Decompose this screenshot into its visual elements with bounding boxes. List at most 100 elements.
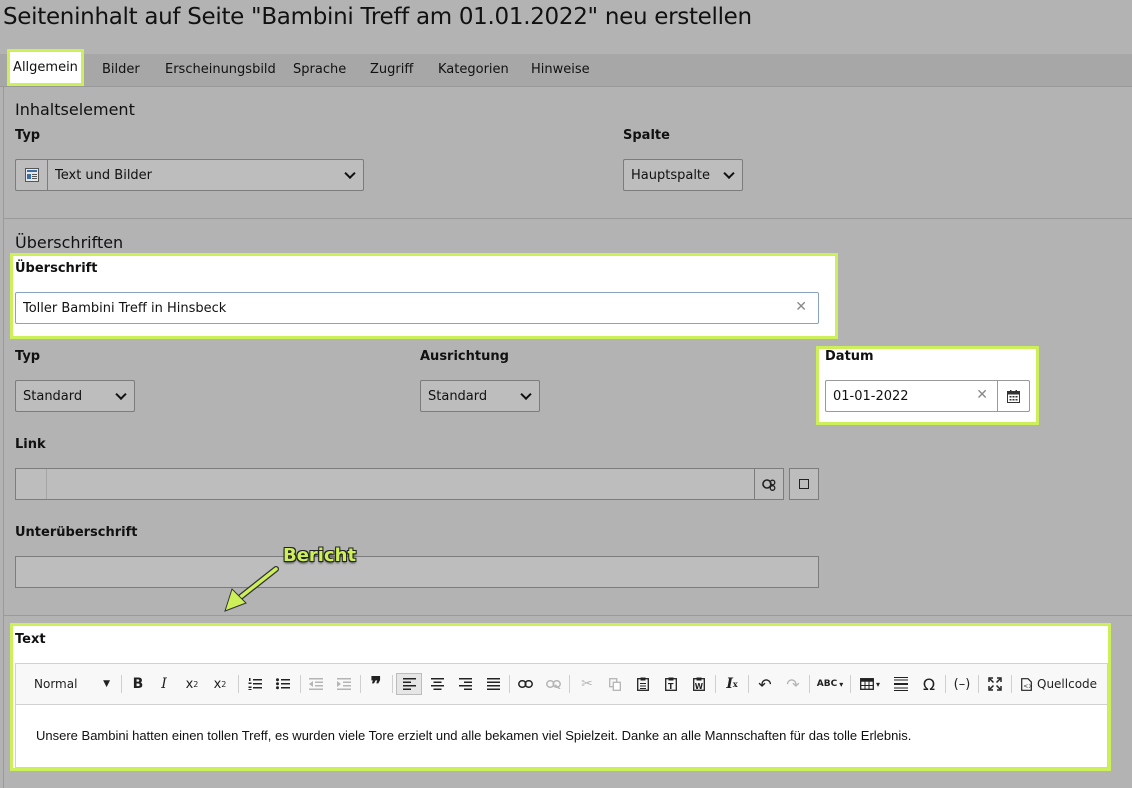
svg-text:W: W xyxy=(695,682,704,691)
column-value: Hauptspalte xyxy=(631,167,711,183)
outdent-icon[interactable] xyxy=(304,673,328,695)
maximize-icon[interactable] xyxy=(983,673,1007,695)
chevron-down-icon xyxy=(115,388,127,401)
separator xyxy=(945,675,946,693)
section-title-headings: Überschriften xyxy=(15,233,124,252)
separator xyxy=(509,675,510,693)
separator xyxy=(978,675,979,693)
clear-icon[interactable]: ✕ xyxy=(976,387,988,403)
clear-icon[interactable]: ✕ xyxy=(795,299,807,315)
tab-erscheinungsbild[interactable]: Erscheinungsbild xyxy=(165,62,276,77)
content-type-icon xyxy=(16,160,48,190)
superscript-icon[interactable]: x2 xyxy=(208,673,232,695)
separator xyxy=(360,675,361,693)
table-icon[interactable]: ▾ xyxy=(855,673,885,695)
remove-format-icon[interactable]: Ix xyxy=(720,673,744,695)
annotation-arrow-icon xyxy=(224,566,279,612)
panel-border xyxy=(3,86,4,788)
tab-kategorien[interactable]: Kategorien xyxy=(438,62,509,77)
redo-icon[interactable]: ↷ xyxy=(781,673,805,695)
align-select[interactable]: Standard xyxy=(420,380,540,412)
annotation-label: Bericht xyxy=(283,545,357,566)
chevron-down-icon xyxy=(344,167,356,180)
link-wizard-button[interactable] xyxy=(754,468,784,500)
paste-text-icon[interactable]: T xyxy=(659,673,683,695)
align-right-icon[interactable] xyxy=(453,673,477,695)
date-input[interactable]: 01-01-2022 ✕ xyxy=(825,380,1030,412)
link-extra-button[interactable] xyxy=(789,468,819,500)
bold-icon[interactable]: B xyxy=(127,673,149,695)
header-label: Überschrift xyxy=(15,261,98,276)
chevron-down-icon xyxy=(723,167,735,180)
subheader-input[interactable] xyxy=(15,556,819,588)
header-type-value: Standard xyxy=(23,388,83,404)
format-value: Normal xyxy=(34,677,78,691)
separator xyxy=(300,675,301,693)
undo-icon[interactable]: ↶ xyxy=(753,673,777,695)
link-icon[interactable] xyxy=(513,673,537,695)
spellcheck-icon[interactable]: ABC ▾ xyxy=(814,673,846,695)
text-label: Text xyxy=(15,632,46,647)
separator xyxy=(715,675,716,693)
tab-zugriff[interactable]: Zugriff xyxy=(370,62,413,77)
calendar-button[interactable] xyxy=(997,381,1029,411)
separator xyxy=(569,675,570,693)
special-char-icon[interactable]: Ω xyxy=(917,673,941,695)
divider xyxy=(3,218,1132,219)
section-title-content: Inhaltselement xyxy=(15,100,135,119)
source-button[interactable]: <> Quellcode xyxy=(1016,673,1102,695)
cut-icon[interactable]: ✂ xyxy=(575,673,599,695)
column-select[interactable]: Hauptspalte xyxy=(623,159,743,191)
horizontal-line-icon[interactable] xyxy=(889,673,913,695)
header-type-select[interactable]: Standard xyxy=(15,380,135,412)
unlink-icon[interactable] xyxy=(541,673,565,695)
date-label: Datum xyxy=(825,349,874,364)
align-justify-icon[interactable] xyxy=(481,673,505,695)
subheader-label: Unterüberschrift xyxy=(15,525,138,540)
calendar-icon xyxy=(1007,389,1020,403)
tab-allgemein[interactable]: Allgemein xyxy=(7,49,84,86)
align-center-icon[interactable] xyxy=(425,673,449,695)
chevron-down-icon xyxy=(520,388,532,401)
svg-text:T: T xyxy=(668,682,674,691)
tab-bilder[interactable]: Bilder xyxy=(102,62,140,77)
copy-icon[interactable] xyxy=(603,673,627,695)
italic-icon[interactable]: I xyxy=(153,673,175,695)
text-content: Unsere Bambini hatten einen tollen Treff… xyxy=(36,728,912,743)
subscript-icon[interactable]: x2 xyxy=(180,673,204,695)
separator xyxy=(850,675,851,693)
separator xyxy=(809,675,810,693)
numbered-list-icon[interactable] xyxy=(243,673,267,695)
paste-word-icon[interactable]: W xyxy=(687,673,711,695)
paste-icon[interactable] xyxy=(631,673,655,695)
header-type-label: Typ xyxy=(15,349,41,364)
chevron-down-icon: ▼ xyxy=(103,679,110,689)
format-select[interactable]: Normal ▼ xyxy=(24,673,116,695)
separator xyxy=(238,675,239,693)
bullet-list-icon[interactable] xyxy=(271,673,295,695)
link-input[interactable] xyxy=(15,468,755,500)
align-left-icon[interactable] xyxy=(396,673,422,695)
link-picker-icon xyxy=(761,478,775,491)
content-type-select[interactable]: Text und Bilder xyxy=(15,159,364,191)
link-prefix xyxy=(16,469,47,499)
date-value: 01-01-2022 xyxy=(833,388,909,404)
blockquote-icon[interactable]: ❞ xyxy=(364,672,388,696)
page-title: Seiteninhalt auf Seite "Bambini Treff am… xyxy=(3,4,752,30)
column-label: Spalte xyxy=(623,128,670,143)
separator xyxy=(121,675,122,693)
header-input[interactable]: Toller Bambini Treff in Hinsbeck ✕ xyxy=(15,292,819,324)
align-label: Ausrichtung xyxy=(420,349,509,364)
source-icon: <> xyxy=(1021,677,1032,691)
indent-icon[interactable] xyxy=(332,673,356,695)
source-label: Quellcode xyxy=(1037,677,1098,691)
tab-sprache[interactable]: Sprache xyxy=(293,62,346,77)
separator xyxy=(748,675,749,693)
header-input-value: Toller Bambini Treff in Hinsbeck xyxy=(23,300,227,316)
separator xyxy=(1011,675,1012,693)
square-icon xyxy=(799,479,809,489)
tab-hinweise[interactable]: Hinweise xyxy=(531,62,590,77)
align-value: Standard xyxy=(428,388,488,404)
soft-hyphen-icon[interactable]: (–) xyxy=(950,673,974,695)
tab-label: Allgemein xyxy=(13,60,78,75)
